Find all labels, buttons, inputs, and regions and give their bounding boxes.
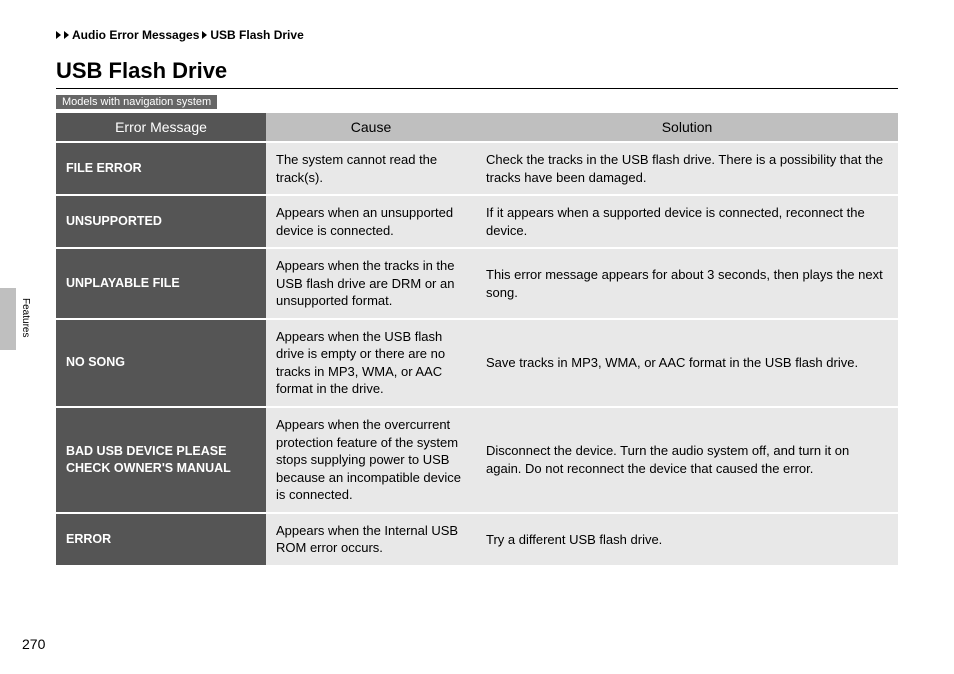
cell-solution: Save tracks in MP3, WMA, or AAC format i… — [476, 320, 898, 406]
triangle-icon — [64, 31, 69, 39]
table-row: NO SONG Appears when the USB flash drive… — [56, 320, 898, 406]
cell-cause: Appears when the Internal USB ROM error … — [266, 514, 476, 565]
table-row: FILE ERROR The system cannot read the tr… — [56, 143, 898, 194]
cell-cause: The system cannot read the track(s). — [266, 143, 476, 194]
triangle-icon — [56, 31, 61, 39]
breadcrumb-level-2: USB Flash Drive — [210, 28, 303, 42]
cell-error: UNPLAYABLE FILE — [56, 249, 266, 318]
cell-solution: Try a different USB flash drive. — [476, 514, 898, 565]
table-row: BAD USB DEVICE PLEASE CHECK OWNER'S MANU… — [56, 408, 898, 512]
page-title: USB Flash Drive — [56, 58, 898, 89]
side-section-label: Features — [20, 298, 31, 337]
header-cause: Cause — [266, 113, 476, 141]
cell-solution: If it appears when a supported device is… — [476, 196, 898, 247]
cell-solution: This error message appears for about 3 s… — [476, 249, 898, 318]
page-content: Audio Error Messages USB Flash Drive USB… — [0, 0, 954, 567]
error-table: Error Message Cause Solution FILE ERROR … — [56, 111, 898, 567]
cell-error: UNSUPPORTED — [56, 196, 266, 247]
cell-error: FILE ERROR — [56, 143, 266, 194]
breadcrumb: Audio Error Messages USB Flash Drive — [56, 28, 898, 42]
triangle-icon — [202, 31, 207, 39]
cell-error: BAD USB DEVICE PLEASE CHECK OWNER'S MANU… — [56, 408, 266, 512]
page-number: 270 — [22, 636, 45, 652]
cell-error: ERROR — [56, 514, 266, 565]
model-note: Models with navigation system — [56, 95, 217, 109]
cell-cause: Appears when the overcurrent protection … — [266, 408, 476, 512]
header-error: Error Message — [56, 113, 266, 141]
table-header-row: Error Message Cause Solution — [56, 113, 898, 141]
table-row: UNPLAYABLE FILE Appears when the tracks … — [56, 249, 898, 318]
breadcrumb-level-1: Audio Error Messages — [72, 28, 199, 42]
table-row: UNSUPPORTED Appears when an unsupported … — [56, 196, 898, 247]
header-solution: Solution — [476, 113, 898, 141]
side-tab — [0, 288, 16, 350]
cell-error: NO SONG — [56, 320, 266, 406]
cell-cause: Appears when an unsupported device is co… — [266, 196, 476, 247]
cell-solution: Check the tracks in the USB flash drive.… — [476, 143, 898, 194]
cell-cause: Appears when the USB flash drive is empt… — [266, 320, 476, 406]
cell-cause: Appears when the tracks in the USB flash… — [266, 249, 476, 318]
table-row: ERROR Appears when the Internal USB ROM … — [56, 514, 898, 565]
cell-solution: Disconnect the device. Turn the audio sy… — [476, 408, 898, 512]
